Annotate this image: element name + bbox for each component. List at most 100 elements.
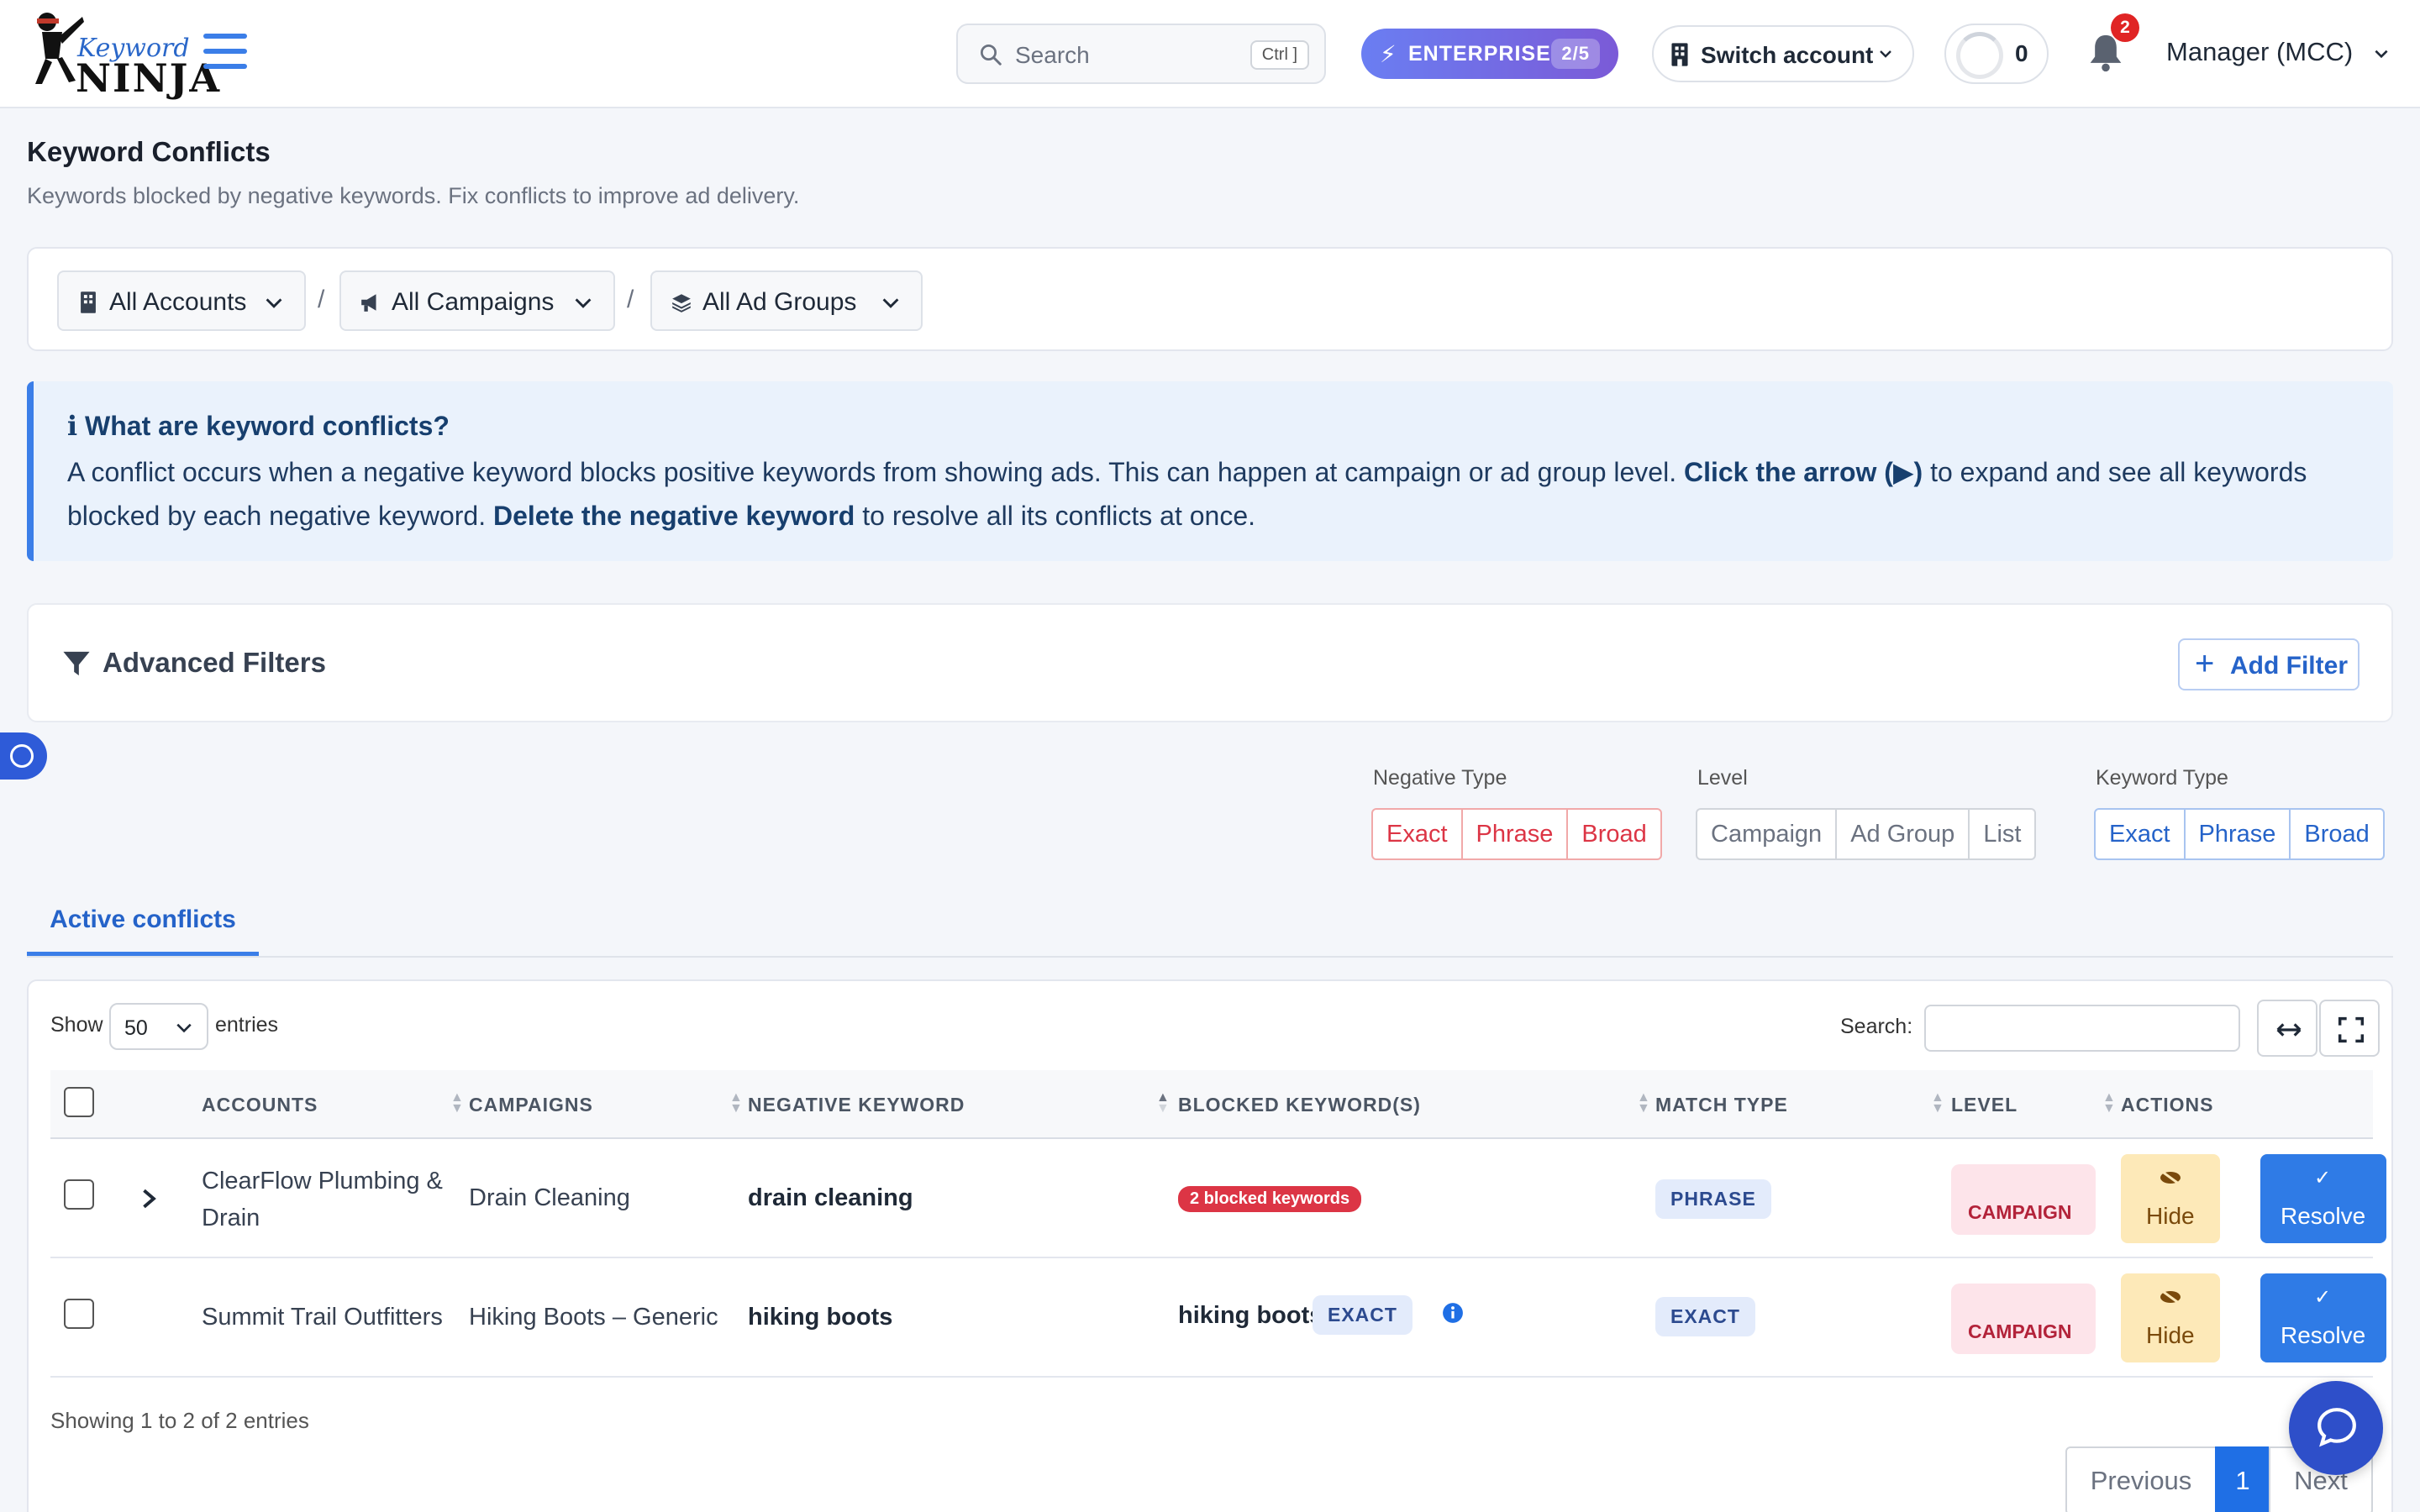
conflicts-table-card: Show 50 entries Search: ACCOUNTS ▲ ▼ CAMP… (27, 979, 2393, 1512)
chevron-down-icon (2375, 50, 2388, 58)
keyword-type-filter: Exact Phrase Broad (2094, 808, 2385, 860)
select-all-checkbox[interactable] (64, 1087, 94, 1117)
level-badge: CAMPAIGN (1951, 1284, 2096, 1354)
level-badge: CAMPAIGN (1951, 1164, 2096, 1235)
check-icon: ✓ (2314, 1167, 2332, 1189)
activity-count: 0 (2015, 40, 2028, 66)
campaign-cell: Drain Cleaning (469, 1184, 630, 1211)
page-size-value: 50 (124, 1016, 148, 1040)
level-filter: Campaign Ad Group List (1696, 808, 2037, 860)
pagination-previous[interactable]: Previous (2065, 1446, 2217, 1512)
keyword-type-phrase[interactable]: Phrase (2183, 808, 2291, 860)
pagination-page-1[interactable]: 1 (2215, 1446, 2270, 1512)
notifications-button[interactable]: 2 (2087, 13, 2139, 72)
negative-type-filter: Exact Phrase Broad (1371, 808, 1662, 860)
info-text: to resolve all its conflicts at once. (855, 501, 1255, 531)
keyword-type-label: Keyword Type (2096, 766, 2228, 790)
blocked-match-badge: EXACT (1313, 1295, 1413, 1335)
accounts-dropdown[interactable]: All Accounts (57, 270, 306, 331)
hide-button[interactable]: Hide (2121, 1273, 2220, 1362)
info-title: ℹ What are keyword conflicts? (67, 411, 450, 441)
negative-keyword-cell: hiking boots (748, 1304, 893, 1331)
table-footer-info: Showing 1 to 2 of 2 entries (50, 1408, 309, 1433)
search-icon (981, 45, 1002, 66)
fullscreen-icon (2338, 1016, 2365, 1043)
arrows-horizontal-icon (2276, 1023, 2302, 1037)
switch-account-label: Switch account (1701, 42, 1874, 68)
info-body: A conflict occurs when a negative keywor… (67, 450, 2370, 538)
search-shortcut: Ctrl ] (1249, 40, 1309, 70)
col-accounts[interactable]: ACCOUNTS (202, 1094, 318, 1116)
accessibility-icon[interactable] (0, 732, 47, 780)
resolve-button[interactable]: ✓ Resolve (2260, 1154, 2386, 1243)
sort-icon: ▲ ▼ (729, 1090, 743, 1116)
global-search[interactable]: Search Ctrl ] (956, 24, 1326, 84)
show-label: Show (50, 1013, 103, 1037)
expand-arrow-icon[interactable] (141, 1188, 158, 1210)
col-campaigns[interactable]: CAMPAIGNS (469, 1094, 593, 1116)
level-label: CAMPAIGN (1968, 1201, 2072, 1223)
hide-label: Hide (2146, 1322, 2195, 1348)
negative-type-phrase[interactable]: Phrase (1460, 808, 1569, 860)
match-type-badge: PHRASE (1655, 1179, 1771, 1219)
keyword-type-exact[interactable]: Exact (2094, 808, 2186, 860)
layers-icon (672, 294, 691, 312)
table-search-label: Search: (1840, 1015, 1913, 1038)
table-search-input[interactable] (1924, 1005, 2240, 1052)
switch-account-button[interactable]: Switch account (1652, 25, 1914, 82)
info-circle-icon[interactable] (1442, 1302, 1464, 1324)
filter-icon (63, 651, 90, 676)
add-filter-button[interactable]: + Add Filter (2178, 638, 2360, 690)
negative-keyword-cell: drain cleaning (748, 1184, 913, 1211)
tab-active-conflicts[interactable]: Active conflicts (27, 897, 259, 956)
chevron-down-icon (176, 1023, 192, 1033)
chat-launcher-button[interactable] (2289, 1381, 2383, 1475)
negative-type-exact[interactable]: Exact (1371, 808, 1463, 860)
level-list[interactable]: List (1968, 808, 2037, 860)
activity-indicator[interactable]: 0 (1944, 24, 2049, 84)
sort-icon: ▲ ▼ (2102, 1090, 2116, 1116)
keyword-ninja-logo[interactable]: Keyword NINJA (25, 7, 219, 101)
fullscreen-button[interactable] (2319, 1000, 2380, 1057)
expand-width-button[interactable] (2257, 1000, 2317, 1057)
ad-groups-label: All Ad Groups (702, 288, 857, 316)
building-icon (81, 291, 96, 313)
col-level[interactable]: LEVEL (1951, 1094, 2018, 1116)
user-menu[interactable]: Manager (MCC) (2166, 37, 2391, 67)
level-campaign[interactable]: Campaign (1696, 808, 1838, 860)
search-placeholder: Search (1015, 42, 1090, 68)
col-blocked-keywords[interactable]: BLOCKED KEYWORD(S) (1178, 1094, 1421, 1116)
negative-type-broad[interactable]: Broad (1566, 808, 1662, 860)
account-name-line: ClearFlow Plumbing & (202, 1168, 443, 1194)
blocked-count-badge[interactable]: 2 blocked keywords (1178, 1186, 1362, 1212)
resolve-button[interactable]: ✓ Resolve (2260, 1273, 2386, 1362)
page-subtitle: Keywords blocked by negative keywords. F… (27, 183, 800, 208)
negative-type-label: Negative Type (1373, 766, 1507, 790)
notification-badge: 2 (2111, 13, 2139, 42)
chevron-down-icon (1880, 50, 1891, 58)
hide-button[interactable]: Hide (2121, 1154, 2220, 1243)
page-title: Keyword Conflicts (27, 136, 271, 167)
breadcrumb-separator: / (627, 286, 634, 313)
advanced-filters-panel: Advanced Filters + Add Filter (27, 603, 2393, 722)
plan-count: 2/5 (1551, 39, 1600, 69)
keyword-type-broad[interactable]: Broad (2289, 808, 2385, 860)
level-label: Level (1697, 766, 1748, 790)
ad-groups-dropdown[interactable]: All Ad Groups (650, 270, 923, 331)
campaigns-dropdown[interactable]: All Campaigns (339, 270, 615, 331)
hide-label: Hide (2146, 1203, 2195, 1229)
menu-toggle-icon[interactable] (203, 34, 247, 72)
sort-icon: ▲ ▼ (1637, 1090, 1650, 1116)
page-size-select[interactable]: 50 (109, 1003, 208, 1050)
enterprise-plan-button[interactable]: ⚡ ENTERPRISE 2/5 (1361, 29, 1618, 79)
conflicts-info-callout: ℹ What are keyword conflicts? A conflict… (27, 381, 2393, 561)
row-checkbox[interactable] (64, 1299, 94, 1329)
eye-slash-icon (2160, 1289, 2181, 1305)
col-match-type[interactable]: MATCH TYPE (1655, 1094, 1788, 1116)
level-ad-group[interactable]: Ad Group (1835, 808, 1970, 860)
campaign-cell: Hiking Boots – Generic (469, 1304, 718, 1331)
campaigns-label: All Campaigns (392, 288, 555, 316)
row-checkbox[interactable] (64, 1179, 94, 1210)
info-emphasis: Delete the negative keyword (492, 501, 855, 531)
col-negative-keyword[interactable]: NEGATIVE KEYWORD (748, 1094, 965, 1116)
